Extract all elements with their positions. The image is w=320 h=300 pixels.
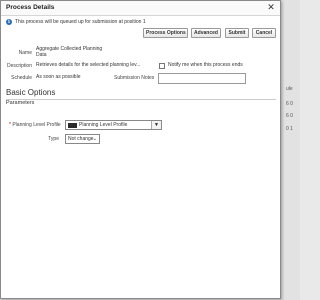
background-text: 6 0 [286, 113, 293, 119]
planning-level-profile-label: * Planning Level Profile [9, 122, 61, 128]
background-text: 0 1 [286, 126, 293, 132]
profile-icon [68, 122, 77, 128]
description-value: Retrieves details for the selected plann… [36, 62, 141, 68]
process-options-button[interactable]: Process Options [143, 28, 188, 38]
background-page: ule 6 0 6 0 0 1 [280, 0, 300, 300]
planning-level-profile-label-text: Planning Level Profile [12, 122, 61, 128]
planning-level-profile-select[interactable]: Planning Level Profile ▼ [65, 120, 162, 130]
section-title: Basic Options [6, 88, 56, 97]
background-text: ule [286, 86, 293, 92]
name-value-line2: Data [36, 52, 47, 58]
description-label: Description [6, 63, 32, 69]
submit-button[interactable]: Submit [225, 28, 249, 38]
type-select[interactable]: Not change ⌄ [65, 134, 100, 144]
schedule-label: Schedule [11, 75, 32, 81]
planning-level-profile-value: Planning Level Profile [79, 122, 128, 128]
close-icon[interactable]: ✕ [266, 2, 276, 12]
notify-checkbox[interactable] [159, 63, 165, 69]
parameters-subtitle: Parameters [6, 100, 35, 106]
dialog-title-bar[interactable]: Process Details ✕ [1, 1, 280, 16]
type-value: Not change [68, 136, 94, 142]
section-divider [6, 99, 276, 100]
advanced-button[interactable]: Advanced [191, 28, 221, 38]
chevron-down-icon[interactable]: ▼ [151, 121, 161, 129]
dialog-title: Process Details [6, 4, 55, 11]
required-indicator: * [9, 122, 11, 128]
submission-notes-input[interactable] [158, 73, 246, 84]
type-label: Type [48, 136, 59, 142]
background-text: 6 0 [286, 101, 293, 107]
process-details-dialog: Process Details ✕ i This process will be… [0, 0, 281, 299]
submission-notes-label: Submission Notes [114, 75, 155, 81]
cancel-button[interactable]: Cancel [252, 28, 276, 38]
chevron-down-icon: ⌄ [92, 136, 97, 142]
info-icon: i [6, 19, 12, 25]
name-label: Name [18, 50, 32, 56]
notify-label: Notify me when this process ends [168, 62, 243, 68]
info-message: i This process will be queued up for sub… [6, 18, 146, 26]
schedule-value: As soon as possible [36, 74, 81, 80]
info-message-text: This process will be queued up for submi… [15, 19, 146, 25]
